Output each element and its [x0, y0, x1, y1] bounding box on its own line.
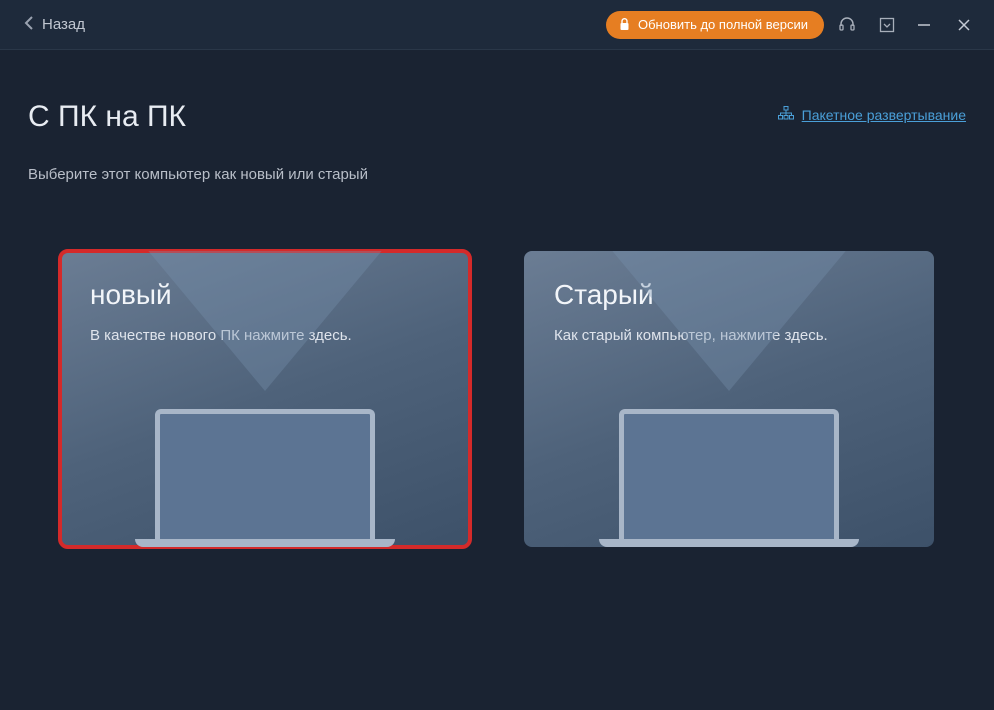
cards-row: новый В качестве нового ПК нажмите здесь…	[28, 251, 966, 547]
batch-deploy-link[interactable]: Пакетное развертывание	[778, 106, 966, 123]
headset-icon[interactable]	[830, 8, 864, 42]
content: С ПК на ПК Пакетное развертывание Выбери…	[0, 50, 994, 547]
card-old-desc: Как старый компьютер, нажмите здесь.	[554, 325, 904, 348]
minimize-button[interactable]	[904, 5, 944, 45]
network-icon	[778, 106, 794, 123]
laptop-icon	[135, 409, 395, 547]
close-button[interactable]	[944, 5, 984, 45]
upgrade-button[interactable]: Обновить до полной версии	[606, 11, 824, 39]
card-old-pc[interactable]: Старый Как старый компьютер, нажмите зде…	[524, 251, 934, 547]
card-old-title: Старый	[554, 279, 904, 311]
back-button[interactable]: Назад	[24, 16, 85, 33]
page-title: С ПК на ПК	[28, 100, 186, 134]
card-new-pc[interactable]: новый В качестве нового ПК нажмите здесь…	[60, 251, 470, 547]
chevron-left-icon	[24, 16, 34, 33]
light-beam-decoration	[579, 251, 879, 391]
card-new-desc: В качестве нового ПК нажмите здесь.	[90, 325, 440, 348]
subtitle: Выберите этот компьютер как новый или ст…	[28, 166, 966, 183]
titlebar: Назад Обновить до полной версии	[0, 0, 994, 50]
deploy-link-label: Пакетное развертывание	[802, 107, 966, 123]
card-new-title: новый	[90, 279, 440, 311]
back-label: Назад	[42, 16, 85, 33]
dropdown-menu-icon[interactable]	[870, 8, 904, 42]
header-row: С ПК на ПК Пакетное развертывание	[28, 100, 966, 134]
upgrade-label: Обновить до полной версии	[638, 17, 808, 32]
laptop-icon	[599, 409, 859, 547]
lock-icon	[618, 19, 630, 31]
light-beam-decoration	[115, 251, 415, 391]
